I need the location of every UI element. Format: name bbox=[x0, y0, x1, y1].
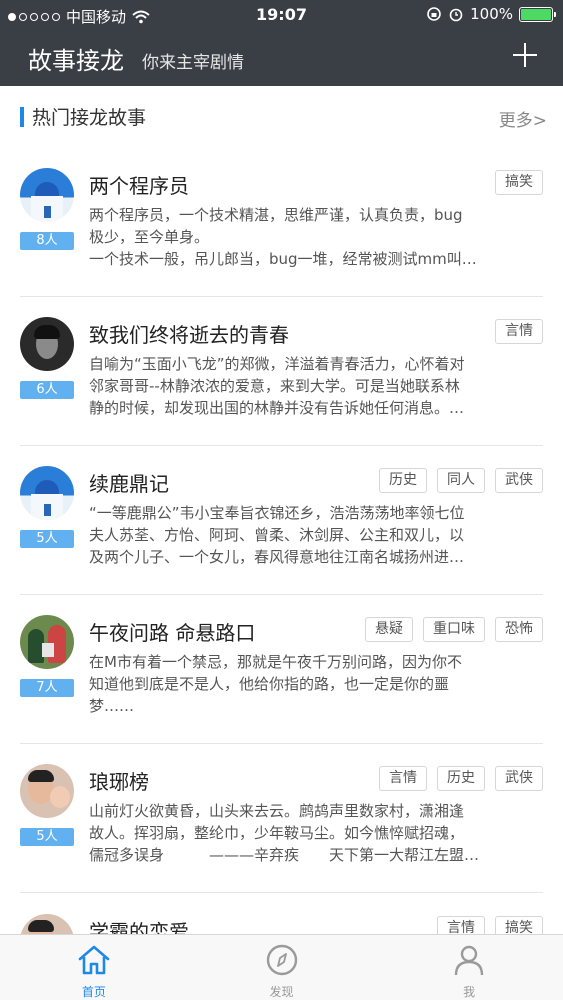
story-tag[interactable]: 恐怖 bbox=[495, 617, 543, 642]
description-line: 自喻为“玉面小飞龙”的郑微，洋溢着青春活力，心怀着对 bbox=[89, 355, 465, 373]
battery-icon bbox=[519, 6, 556, 22]
tab-home[interactable]: 首页 bbox=[0, 935, 188, 1000]
rotation-lock-icon bbox=[427, 7, 441, 21]
story-title: 午夜问路 命悬路口 bbox=[89, 621, 256, 645]
story-tags: 言情 历史 武侠 bbox=[379, 766, 543, 791]
participant-count: 8人 bbox=[20, 232, 74, 250]
story-tag[interactable]: 同人 bbox=[437, 468, 485, 493]
description-line: 静的时候，却发现出国的林静并没有告诉她任何消息。… bbox=[89, 399, 465, 417]
story-list: 8人 两个程序员 搞笑 两个程序员，一个技术精湛，思维严谨，认真负责，bug 极… bbox=[0, 148, 563, 893]
story-description: 在M市有着一个禁忌，那就是午夜千万别问路，因为你不 知道他到底是不是人，他给你指… bbox=[89, 651, 543, 717]
status-right: 100% bbox=[426, 5, 556, 23]
participant-count: 6人 bbox=[20, 381, 74, 399]
story-title: 致我们终将逝去的青春 bbox=[89, 323, 289, 347]
description-line: 夫人苏荃、方怡、阿珂、曾柔、沐剑屏、公主和双儿，以 bbox=[89, 526, 465, 544]
tab-me[interactable]: 我 bbox=[375, 935, 563, 1000]
story-item[interactable]: 7人 午夜问路 命悬路口 悬疑 重口味 恐怖 在M市有着一个禁忌，那就是午夜千万… bbox=[20, 595, 543, 744]
tab-label: 我 bbox=[463, 985, 476, 999]
page-title: 故事接龙 bbox=[28, 47, 124, 75]
nav-bar: 故事接龙 你来主宰剧情 bbox=[0, 34, 563, 84]
participant-count: 5人 bbox=[20, 530, 74, 548]
story-avatar bbox=[20, 615, 74, 669]
add-story-button[interactable] bbox=[513, 43, 537, 67]
story-tag[interactable]: 言情 bbox=[379, 766, 427, 791]
story-title: 琅琊榜 bbox=[89, 770, 149, 794]
story-title: 两个程序员 bbox=[89, 174, 189, 198]
description-line: 及两个儿子、一个女儿，春风得意地往江南名城扬州进… bbox=[89, 548, 465, 566]
person-icon bbox=[454, 945, 484, 976]
description-line: 梦…… bbox=[89, 697, 135, 715]
story-tag[interactable]: 悬疑 bbox=[365, 617, 413, 642]
story-item[interactable]: 5人 续鹿鼎记 历史 同人 武侠 “一等鹿鼎公”韦小宝奉旨衣锦还乡，浩浩荡荡地率… bbox=[20, 446, 543, 595]
status-bar: 中国移动 19:07 100% bbox=[0, 0, 563, 30]
home-icon bbox=[78, 945, 110, 975]
story-avatar bbox=[20, 466, 74, 520]
story-tag[interactable]: 历史 bbox=[437, 766, 485, 791]
description-line: 在M市有着一个禁忌，那就是午夜千万别问路，因为你不 bbox=[89, 653, 462, 671]
section-header: 热门接龙故事 更多> bbox=[0, 98, 563, 138]
story-tag[interactable]: 历史 bbox=[379, 468, 427, 493]
participant-count: 7人 bbox=[20, 679, 74, 697]
story-tag[interactable]: 重口味 bbox=[423, 617, 485, 642]
description-line: 一个技术一般，吊儿郎当，bug一堆，经常被测试mm叫… bbox=[89, 250, 477, 268]
compass-icon bbox=[266, 944, 297, 976]
story-item[interactable]: 6人 致我们终将逝去的青春 言情 自喻为“玉面小飞龙”的郑微，洋溢着青春活力，心… bbox=[20, 297, 543, 446]
description-line: 儒冠多误身 ———辛弃疾 天下第一大帮江左盟… bbox=[89, 846, 480, 864]
description-line: 知道他到底是不是人，他给你指的路，也一定是你的噩 bbox=[89, 675, 450, 693]
story-avatar bbox=[20, 317, 74, 371]
story-tags: 悬疑 重口味 恐怖 bbox=[365, 617, 543, 642]
story-description: 自喻为“玉面小飞龙”的郑微，洋溢着青春活力，心怀着对 邻家哥哥--林静浓浓的爱意… bbox=[89, 353, 543, 419]
description-line: 两个程序员，一个技术精湛，思维严谨，认真负责，bug bbox=[89, 206, 463, 224]
more-link[interactable]: 更多> bbox=[499, 106, 547, 131]
story-description: 两个程序员，一个技术精湛，思维严谨，认真负责，bug 极少，至今单身。 一个技术… bbox=[89, 204, 543, 270]
alarm-icon bbox=[449, 8, 463, 22]
tab-discover[interactable]: 发现 bbox=[188, 935, 376, 1000]
story-tags: 搞笑 bbox=[495, 170, 543, 195]
description-line: 邻家哥哥--林静浓浓的爱意，来到大学。可是当她联系林 bbox=[89, 377, 460, 395]
story-avatar bbox=[20, 764, 74, 818]
description-line: “一等鹿鼎公”韦小宝奉旨衣锦还乡，浩浩荡荡地率领七位 bbox=[89, 504, 465, 522]
story-description: “一等鹿鼎公”韦小宝奉旨衣锦还乡，浩浩荡荡地率领七位 夫人苏荃、方怡、阿珂、曾柔… bbox=[89, 502, 543, 568]
story-item[interactable]: 5人 琅琊榜 言情 历史 武侠 山前灯火欲黄昏，山头来去云。鹧鸪声里数家村，潇湘… bbox=[20, 744, 543, 893]
description-line: 山前灯火欲黄昏，山头来去云。鹧鸪声里数家村，潇湘逢 bbox=[89, 802, 465, 820]
story-tag[interactable]: 言情 bbox=[495, 319, 543, 344]
tab-label: 发现 bbox=[269, 985, 294, 999]
section-title: 热门接龙故事 bbox=[32, 107, 147, 129]
story-item[interactable]: 8人 两个程序员 搞笑 两个程序员，一个技术精湛，思维严谨，认真负责，bug 极… bbox=[20, 148, 543, 297]
story-title: 续鹿鼎记 bbox=[89, 472, 169, 496]
story-tag[interactable]: 搞笑 bbox=[495, 170, 543, 195]
section-accent-bar bbox=[20, 107, 24, 127]
story-tags: 历史 同人 武侠 bbox=[379, 468, 543, 493]
page-subtitle: 你来主宰剧情 bbox=[142, 53, 244, 73]
battery-percent: 100% bbox=[470, 5, 513, 23]
story-tag[interactable]: 武侠 bbox=[495, 468, 543, 493]
description-line: 故人。挥羽扇，整纶巾，少年鞍马尘。如今憔悴赋招魂， bbox=[89, 824, 465, 842]
participant-count: 5人 bbox=[20, 828, 74, 846]
tab-bar: 首页 发现 我 bbox=[0, 934, 563, 1000]
story-description: 山前灯火欲黄昏，山头来去云。鹧鸪声里数家村，潇湘逢 故人。挥羽扇，整纶巾，少年鞍… bbox=[89, 800, 543, 866]
story-avatar bbox=[20, 168, 74, 222]
story-tags: 言情 bbox=[495, 319, 543, 344]
tab-label: 首页 bbox=[81, 985, 106, 999]
story-tag[interactable]: 武侠 bbox=[495, 766, 543, 791]
description-line: 极少，至今单身。 bbox=[89, 228, 210, 246]
app-header: 中国移动 19:07 100% 故事接龙 你来主宰剧情 bbox=[0, 0, 563, 86]
